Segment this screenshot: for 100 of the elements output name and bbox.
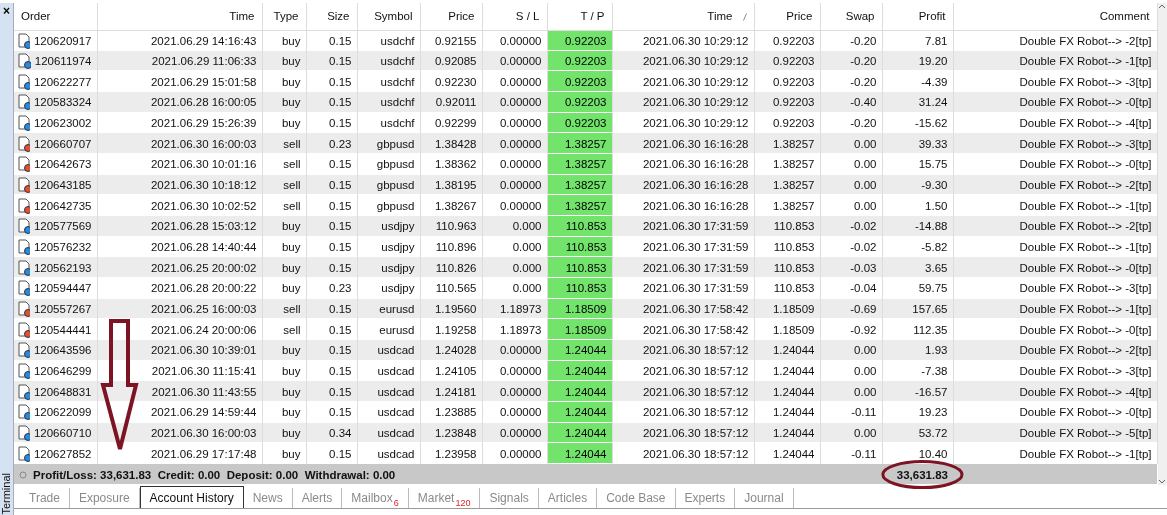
table-cell: 0.00000 (482, 133, 547, 155)
table-cell: usdcad (357, 381, 420, 403)
table-cell: 1.38257 (547, 154, 612, 175)
table-cell: Double FX Robot--> -2[tp] (953, 216, 1157, 237)
order-number: 120557267 (33, 302, 92, 318)
table-cell: 1.24044 (754, 340, 820, 361)
table-cell: 0.15 (306, 402, 357, 423)
table-cell: 2021.06.30 10:01:16 (97, 154, 262, 175)
table-cell: 1.24181 (420, 381, 482, 403)
table-cell: 1.38257 (547, 195, 612, 217)
table-cell: 0.15 (306, 381, 357, 403)
table-cell: buy (262, 92, 306, 113)
order-number: 120583324 (33, 95, 92, 111)
table-cell: 0.00 (820, 133, 882, 155)
column-header[interactable]: Swap (845, 9, 875, 22)
table-cell: usdjpy (357, 278, 420, 299)
table-cell: 2021.06.30 10:39:01 (97, 340, 262, 361)
table-cell: 2021.06.25 20:00:02 (97, 257, 262, 279)
table-cell: 0.23 (306, 278, 357, 299)
table-cell: 2021.06.30 18:57:12 (612, 381, 754, 403)
column-header[interactable]: Price (786, 9, 813, 22)
tab[interactable]: Exposure (69, 488, 140, 508)
table-cell: 110.853 (754, 278, 820, 299)
table-cell: 2021.06.30 11:43:55 (97, 381, 262, 403)
table-cell: 1.24044 (754, 402, 820, 423)
column-header[interactable]: Profit (918, 9, 946, 22)
scroll-down-icon[interactable] (1158, 479, 1167, 485)
tab[interactable]: Code Base (597, 488, 676, 508)
table-cell: -0.11 (820, 402, 882, 423)
tab[interactable]: Alerts (292, 488, 343, 508)
column-header[interactable]: Order (21, 9, 51, 22)
tab[interactable]: Journal (735, 488, 794, 508)
close-button[interactable]: × (3, 3, 10, 17)
table-cell: 110.963 (420, 216, 482, 237)
table-cell: 1.24044 (754, 381, 820, 403)
column-header[interactable]: S / L (515, 9, 540, 22)
column-header[interactable]: Symbol (374, 9, 413, 22)
table-cell: 0.15 (306, 216, 357, 237)
table-cell: -0.03 (820, 257, 882, 279)
table-cell: -0.20 (820, 30, 882, 51)
table-cell: gbpusd (357, 154, 420, 175)
column-header[interactable]: Comment (1099, 9, 1150, 22)
table-cell: buy (262, 340, 306, 361)
table-cell: 19.23 (882, 402, 953, 423)
table-cell: -14.88 (882, 216, 953, 237)
tab[interactable]: Signals (480, 488, 539, 508)
order-number: 120622099 (33, 405, 92, 421)
order-number: 120562193 (33, 260, 92, 276)
table-cell: 0.92203 (754, 92, 820, 113)
order-number: 120594447 (33, 281, 92, 297)
table-cell: 39.33 (882, 133, 953, 155)
table-cell: -0.04 (820, 278, 882, 299)
tab[interactable]: News (243, 488, 293, 508)
table-cell: gbpusd (357, 133, 420, 155)
order-number: 120642673 (33, 157, 92, 173)
table-cell: 7.81 (882, 30, 953, 51)
table-cell: 0.92203 (547, 71, 612, 92)
table-cell: buy (262, 216, 306, 237)
table-cell: Double FX Robot--> -2[tp] (953, 30, 1157, 51)
order-number: 120577569 (33, 219, 92, 235)
table-cell: Double FX Robot--> -0[tp] (953, 257, 1157, 279)
table-cell: 2021.06.29 14:16:43 (97, 30, 262, 51)
table-cell: 1.38257 (754, 133, 820, 155)
table-cell: usdjpy (357, 257, 420, 279)
order-number: 120576232 (33, 240, 92, 256)
table-cell: 1.24044 (547, 443, 612, 465)
table-cell: -16.57 (882, 381, 953, 403)
column-header[interactable]: Price (448, 9, 475, 22)
table-cell: 1.38362 (420, 154, 482, 175)
table-cell: 110.853 (547, 216, 612, 237)
tab[interactable]: Account History (139, 486, 244, 508)
tab[interactable]: Experts (675, 488, 736, 508)
table-cell: 110.853 (754, 216, 820, 237)
table-cell: 0.92203 (754, 30, 820, 51)
order-number: 120660710 (33, 426, 92, 442)
table-cell: 0.00 (820, 154, 882, 175)
table-cell: 2021.06.29 14:59:44 (97, 402, 262, 423)
table-cell: usdjpy (357, 216, 420, 237)
table-cell: buy (262, 30, 306, 51)
table-cell: -0.02 (820, 216, 882, 237)
table-cell: 2021.06.30 10:29:12 (612, 92, 754, 113)
column-header[interactable]: T / P (580, 9, 605, 22)
panel-title: Terminal (0, 472, 14, 515)
column-header[interactable]: Type (273, 9, 299, 22)
table-cell: buy (262, 257, 306, 279)
tab[interactable]: Trade (20, 488, 70, 508)
table-cell: 0.00 (820, 381, 882, 403)
scrollbar[interactable] (1157, 3, 1167, 485)
table-cell: 0.00000 (482, 30, 547, 51)
column-header[interactable]: Time (229, 9, 255, 22)
order-number: 120622277 (33, 74, 92, 90)
tab[interactable]: Articles (538, 488, 598, 508)
column-header[interactable]: Size (327, 9, 350, 22)
column-header[interactable]: Time (707, 9, 733, 22)
table-cell: 1.23885 (420, 402, 482, 423)
table-cell: 15.75 (882, 154, 953, 175)
scroll-up-icon[interactable] (1158, 3, 1167, 9)
table-cell: 1.38428 (420, 133, 482, 155)
table-cell: 110.853 (547, 257, 612, 279)
table-cell: 0.000 (482, 278, 547, 299)
